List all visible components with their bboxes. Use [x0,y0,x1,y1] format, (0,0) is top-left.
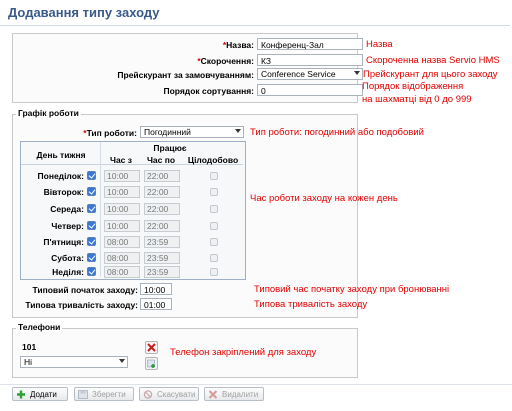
working-checkbox[interactable] [87,253,96,262]
working-checkbox[interactable] [87,237,96,246]
toolbar-divider [0,384,512,385]
allday-checkbox[interactable] [210,222,218,230]
pricelist-select[interactable]: Conference Service [257,68,363,80]
table-row-day: Вівторок: [43,187,84,197]
working-checkbox[interactable] [87,221,96,230]
delete-button[interactable]: Видалити [204,387,264,401]
time-from-field[interactable]: 10:00 [104,220,140,232]
short-label: *Скорочення: [197,56,254,66]
allday-checkbox[interactable] [210,238,218,246]
short-input[interactable]: КЗ [257,54,363,66]
schedule-legend: Графік роботи [16,108,81,118]
chevron-down-icon [119,359,125,363]
time-to-field[interactable]: 22:00 [144,186,180,198]
allday-checkbox[interactable] [210,205,218,213]
allday-checkbox[interactable] [210,172,218,180]
phone-number: 101 [22,342,37,352]
pricelist-note: Прейскурант для цього заходу [363,69,498,80]
time-from-field[interactable]: 08:00 [104,236,140,248]
add-icon [147,359,155,368]
header-from: Час з [109,155,132,165]
time-to-field[interactable]: 22:00 [144,220,180,232]
working-checkbox[interactable] [87,171,96,180]
name-label: *Назва: [222,40,254,50]
time-to-field[interactable]: 23:59 [144,266,180,278]
save-button[interactable]: Зберегти [74,387,134,401]
time-from-field[interactable]: 10:00 [104,186,140,198]
time-from-field[interactable]: 10:00 [104,170,140,182]
time-from-field[interactable]: 08:00 [104,266,140,278]
sort-order-input[interactable]: 0 [257,84,363,96]
typical-duration-note: Типова тривалість заходу [254,299,368,310]
sort-order-label: Порядок сортування: [163,86,254,96]
name-note: Назва [366,39,393,50]
phones-note: Телефон закріплений для заходу [170,347,317,358]
time-to-field[interactable]: 23:59 [144,236,180,248]
save-icon [78,390,88,399]
schedule-table-note: Час роботи заходу на кожен день [250,193,398,204]
typical-start-input[interactable]: 10:00 [140,283,172,295]
time-to-field[interactable]: 22:00 [144,203,180,215]
table-row-day: Четвер: [51,221,84,231]
delete-icon [208,390,218,399]
name-input[interactable]: Конференц-Зал [257,38,363,50]
cancel-button[interactable]: Скасувати [139,387,199,401]
time-to-field[interactable]: 22:00 [144,170,180,182]
typical-duration-input[interactable]: 01:00 [140,298,172,310]
delete-icon [147,343,156,352]
work-type-note: Тип роботи: погодинний або подобовий [250,127,424,138]
time-to-field[interactable]: 23:59 [144,252,180,264]
time-from-field[interactable]: 10:00 [104,203,140,215]
header-allday: Цілодобово [187,155,239,165]
add-button[interactable]: Додати [12,387,68,401]
table-row-day: Субота: [51,253,84,263]
table-row-day: П'ятниця: [43,237,84,247]
add-phone-button[interactable] [145,357,158,370]
table-row-day: Неділя: [52,267,84,277]
header-working: Працює [153,143,187,153]
work-type-label: *Тип роботи: [83,128,137,138]
add-icon [17,390,25,399]
work-type-select[interactable]: Погодинний [140,126,244,138]
sort-order-note-line2: на шахматці від 0 до 999 [362,94,472,105]
table-row-day: Середа: [50,204,84,214]
phone-select[interactable]: Hi [20,356,128,368]
working-checkbox[interactable] [87,187,96,196]
time-from-field[interactable]: 08:00 [104,252,140,264]
typical-start-note: Типовий час початку заходу при бронюванн… [254,284,450,295]
typical-start-label: Типовий початок заходу: [32,285,138,295]
phones-legend: Телефони [16,322,63,332]
allday-checkbox[interactable] [210,188,218,196]
chevron-down-icon [235,129,241,133]
sort-order-note-line1: Порядок відображення [362,81,464,92]
cancel-icon [143,390,153,399]
remove-phone-button[interactable] [145,341,158,354]
window-title: Додавання типу заходу [0,0,510,26]
chevron-down-icon [354,71,360,75]
allday-checkbox[interactable] [210,254,218,262]
typical-duration-label: Типова тривалість заходу: [25,300,138,310]
table-row-day: Понеділок: [37,171,84,181]
working-checkbox[interactable] [87,267,96,276]
working-checkbox[interactable] [87,204,96,213]
header-day: День тижня [36,150,86,160]
header-to: Час по [146,155,176,165]
pricelist-label: Прейскурант за замовчуванням: [117,70,254,80]
allday-checkbox[interactable] [210,268,218,276]
short-note: Скороченна назва Servio HMS [366,55,500,66]
table-col-divider [100,142,101,277]
